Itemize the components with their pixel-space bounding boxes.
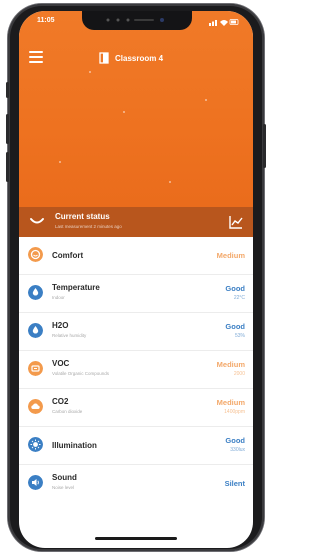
list-item-temperature[interactable]: Temperature Indoor Good 22°C: [19, 275, 253, 313]
menu-icon-line: [29, 61, 43, 63]
row-name: Temperature: [52, 283, 100, 292]
list-item-co2[interactable]: CO2 Carbon dioxide Medium 1400ppm: [19, 389, 253, 427]
power-button: [263, 124, 266, 168]
home-indicator[interactable]: [95, 537, 177, 540]
co2-cloud-icon: [28, 399, 43, 414]
speaker-icon: [28, 475, 43, 490]
chart-icon[interactable]: [229, 215, 243, 229]
page-title: Classroom 4: [115, 53, 164, 63]
row-subtitle: Carbon dioxide: [52, 409, 83, 414]
menu-icon: [29, 51, 43, 53]
current-status-title: Current status: [55, 212, 110, 221]
menu-icon-line: [29, 56, 43, 58]
volume-up-button: [6, 114, 9, 144]
row-status: Silent: [224, 479, 245, 488]
voc-icon: [28, 361, 43, 376]
row-subtitle: Noise level: [52, 485, 75, 490]
status-bar: 11:05: [19, 17, 253, 31]
list-item-comfort[interactable]: Comfort Medium: [19, 237, 253, 275]
row-subtitle: Relative humidity: [52, 333, 87, 338]
row-value: 22°C: [233, 295, 245, 301]
list-item-illumination[interactable]: Illumination Good 330lux: [19, 427, 253, 465]
clock: 11:05: [37, 17, 55, 24]
row-name: Sound: [52, 473, 77, 482]
row-value: 330lux: [230, 447, 245, 453]
row-status: Medium: [216, 398, 245, 407]
row-subtitle: Indoor: [52, 295, 65, 300]
menu-button[interactable]: [29, 51, 43, 63]
list-item-h2o[interactable]: H2O Relative humidity Good 53%: [19, 313, 253, 351]
sun-icon: [28, 437, 43, 452]
humidity-drop-icon: [28, 323, 43, 338]
current-status-subtitle: Last measurement 2 minutes ago: [55, 224, 122, 229]
comfort-icon: [28, 247, 43, 262]
app-bar: Classroom 4: [19, 47, 253, 69]
row-status: Good: [225, 322, 245, 331]
row-value: 1400ppm: [224, 409, 245, 415]
row-subtitle: Volatile Organic Compounds: [52, 371, 110, 376]
list-item-sound[interactable]: Sound Noise level Silent: [19, 465, 253, 502]
system-status-icons: [209, 19, 239, 26]
list-item-voc[interactable]: VOC Volatile Organic Compounds Medium 20…: [19, 351, 253, 389]
row-name: CO2: [52, 397, 69, 406]
row-status: Good: [225, 436, 245, 445]
door-icon: [99, 52, 109, 64]
mute-switch: [6, 82, 9, 98]
app-screen: 11:05 Classroom 4 Current status Last me…: [19, 11, 253, 548]
row-name: Illumination: [52, 441, 97, 450]
row-status: Medium: [216, 251, 245, 260]
row-name: H2O: [52, 321, 69, 330]
volume-down-button: [6, 152, 9, 182]
smile-icon: [30, 218, 44, 224]
row-value: 2000: [233, 371, 245, 377]
hero-area: [19, 11, 253, 207]
row-status: Good: [225, 284, 245, 293]
room-title[interactable]: Classroom 4: [99, 51, 163, 65]
row-name: Comfort: [52, 251, 84, 260]
row-value: 53%: [234, 333, 245, 339]
temperature-drop-icon: [28, 285, 43, 300]
current-status-bar: Current status Last measurement 2 minute…: [19, 207, 253, 237]
row-status: Medium: [216, 360, 245, 369]
row-name: VOC: [52, 359, 70, 368]
sensor-list: Comfort Medium Temperature Indoor Good 2…: [19, 237, 253, 502]
